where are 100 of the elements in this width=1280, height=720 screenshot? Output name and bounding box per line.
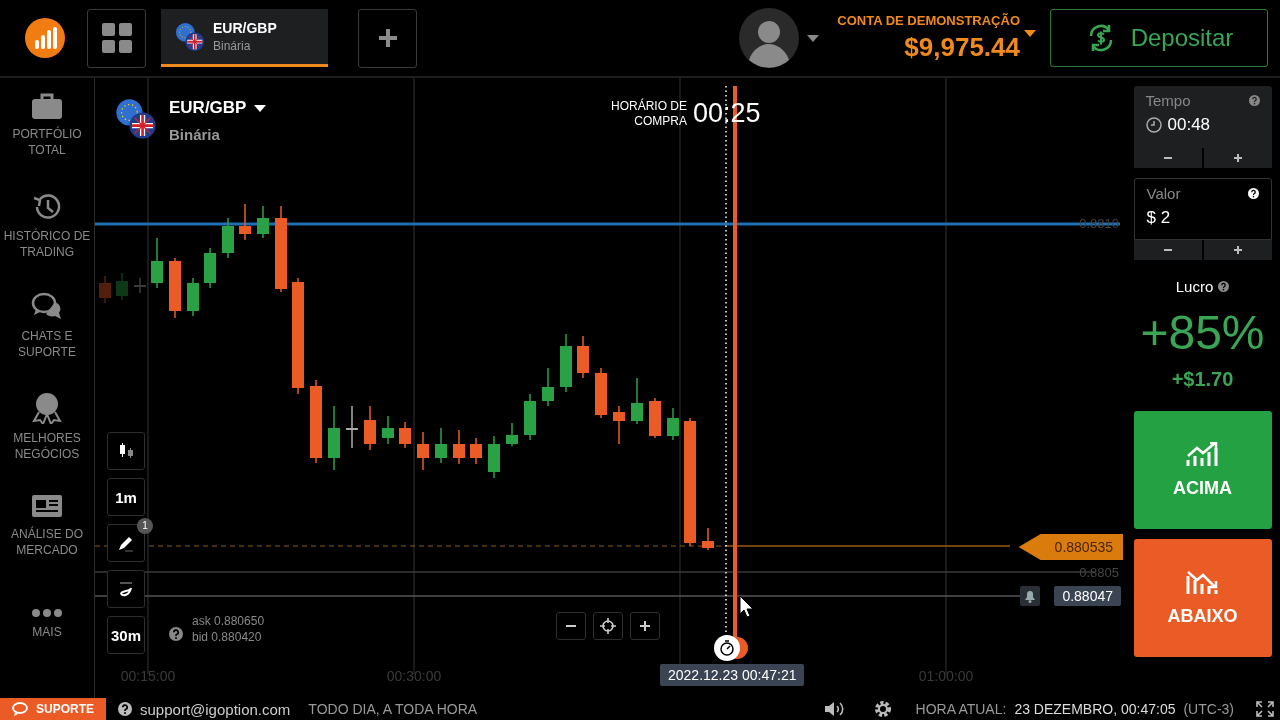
- plus-icon: [639, 620, 651, 632]
- avatar-icon[interactable]: [739, 8, 800, 68]
- sidebar-item[interactable]: HISTÓRICO DE TRADING: [0, 188, 94, 288]
- candlestick: [239, 204, 251, 240]
- logo-icon[interactable]: [25, 18, 65, 58]
- help-icon: [1248, 95, 1260, 106]
- asset-tab[interactable]: EUR/GBP Binária: [161, 9, 328, 67]
- candlestick: [506, 423, 518, 446]
- candlestick: [151, 238, 163, 288]
- briefcase-icon: [31, 92, 63, 120]
- recenter-button[interactable]: [593, 612, 623, 640]
- candlestick: [667, 408, 679, 440]
- chat-icon: [12, 702, 28, 716]
- help-icon[interactable]: [1218, 281, 1230, 292]
- candlestick: [204, 248, 216, 288]
- price-axis-label: 0.8805: [1079, 565, 1119, 580]
- current-price-tag: 0.880535: [1018, 534, 1123, 560]
- candlestick: [542, 368, 554, 406]
- support-email[interactable]: support@igoption.com: [140, 700, 291, 718]
- candlestick: [702, 528, 714, 550]
- add-tab-button[interactable]: [358, 8, 417, 68]
- settings-icon[interactable]: [873, 700, 892, 718]
- drawing-tools-button[interactable]: [107, 524, 145, 562]
- plus-icon: [1232, 245, 1243, 255]
- clock-label: HORA ATUAL:: [915, 701, 1007, 717]
- candlestick: [99, 276, 111, 303]
- candles-icon: [117, 442, 135, 460]
- support-hours: TODO DIA, A TODA HORA: [308, 701, 478, 717]
- flag-icon: [115, 98, 157, 140]
- fullscreen-icon[interactable]: [1256, 701, 1274, 717]
- bid-price: bid 0.880420: [192, 630, 263, 644]
- put-button[interactable]: ABAIXO: [1133, 539, 1272, 657]
- candlestick: [382, 416, 394, 444]
- candlestick: [364, 406, 376, 450]
- increase-button[interactable]: [1203, 240, 1272, 260]
- chart-type-button[interactable]: [107, 432, 145, 470]
- award-icon: [32, 392, 62, 424]
- candlestick: [328, 406, 340, 470]
- rising-chart-icon: [1185, 441, 1220, 468]
- candlestick: [116, 273, 128, 300]
- candlestick: [524, 394, 536, 440]
- grid-icon: [101, 23, 132, 53]
- asset-selector[interactable]: EUR/GBP: [169, 98, 267, 118]
- candlestick: [222, 218, 234, 258]
- stopwatch-icon: [714, 635, 748, 661]
- more-icon: [31, 608, 63, 618]
- candlestick: [488, 436, 500, 478]
- crosshair-icon: [600, 618, 616, 634]
- timezone: (UTC-3): [1183, 701, 1234, 717]
- zoom-in-button[interactable]: [630, 612, 660, 640]
- increase-button[interactable]: [1203, 148, 1272, 168]
- indicators-button[interactable]: [107, 570, 145, 608]
- profit-label: Lucro: [1175, 278, 1214, 295]
- candlestick: [169, 258, 181, 318]
- timeframe-button[interactable]: 1m: [107, 478, 145, 516]
- falling-chart-icon: [1185, 569, 1220, 596]
- sidebar-item[interactable]: MELHORES NEGÓCIOS: [0, 388, 94, 488]
- candlestick: [134, 278, 146, 293]
- candlestick: [399, 422, 411, 448]
- history-icon: [31, 192, 63, 222]
- newspaper-icon: [31, 492, 63, 520]
- current-time: 23 DEZEMBRO, 00:47:05: [1014, 701, 1176, 717]
- candlestick: [187, 278, 199, 316]
- time-axis-label: 00:30:00: [386, 668, 442, 684]
- alert-price-tag[interactable]: 0.88047: [1054, 586, 1121, 606]
- amount-field[interactable]: Valor $ 2: [1133, 178, 1272, 240]
- time-axis-label: 01:00:00: [918, 668, 974, 684]
- help-icon[interactable]: [169, 627, 183, 641]
- cursor-time-tooltip: 2022.12.23 00:47:21: [660, 664, 805, 686]
- speaker-icon[interactable]: [823, 701, 846, 717]
- caret-icon[interactable]: [807, 34, 820, 42]
- caret-icon[interactable]: [1024, 29, 1036, 37]
- sidebar-item[interactable]: PORTFÓLIO TOTAL: [0, 88, 94, 188]
- wave-icon: [117, 580, 135, 598]
- pencil-icon: [117, 534, 135, 552]
- bell-icon[interactable]: [1020, 586, 1040, 606]
- plus-icon: [1232, 153, 1243, 163]
- cursor-icon: [739, 595, 754, 618]
- zoom-out-button[interactable]: [556, 612, 586, 640]
- candlestick: [613, 406, 625, 444]
- deposit-button[interactable]: Depositar: [1050, 9, 1268, 67]
- support-button[interactable]: SUPORTE: [0, 698, 106, 720]
- sidebar-item[interactable]: CHATS E SUPORTE: [0, 288, 94, 388]
- timeframe-button[interactable]: 30m: [107, 616, 145, 654]
- candlestick: [560, 334, 572, 392]
- asset-type: Binária: [213, 39, 251, 53]
- sidebar-item[interactable]: ANÁLISE DO MERCADO: [0, 488, 94, 588]
- sidebar-item[interactable]: MAIS: [0, 588, 94, 688]
- account-label: CONTA DE DEMONSTRAÇÃO: [837, 13, 1020, 28]
- apps-button[interactable]: [87, 8, 146, 68]
- candlestick: [631, 378, 643, 424]
- candlestick: [595, 368, 607, 418]
- plus-icon: [377, 28, 398, 48]
- help-icon: [118, 702, 132, 716]
- candlestick: [417, 432, 429, 470]
- flag-icon: [175, 21, 205, 52]
- account-balance[interactable]: $9,975.44: [904, 32, 1020, 63]
- candlestick: [453, 430, 465, 464]
- asset-type: Binária: [169, 126, 221, 143]
- time-field[interactable]: Tempo 00:48: [1133, 86, 1272, 148]
